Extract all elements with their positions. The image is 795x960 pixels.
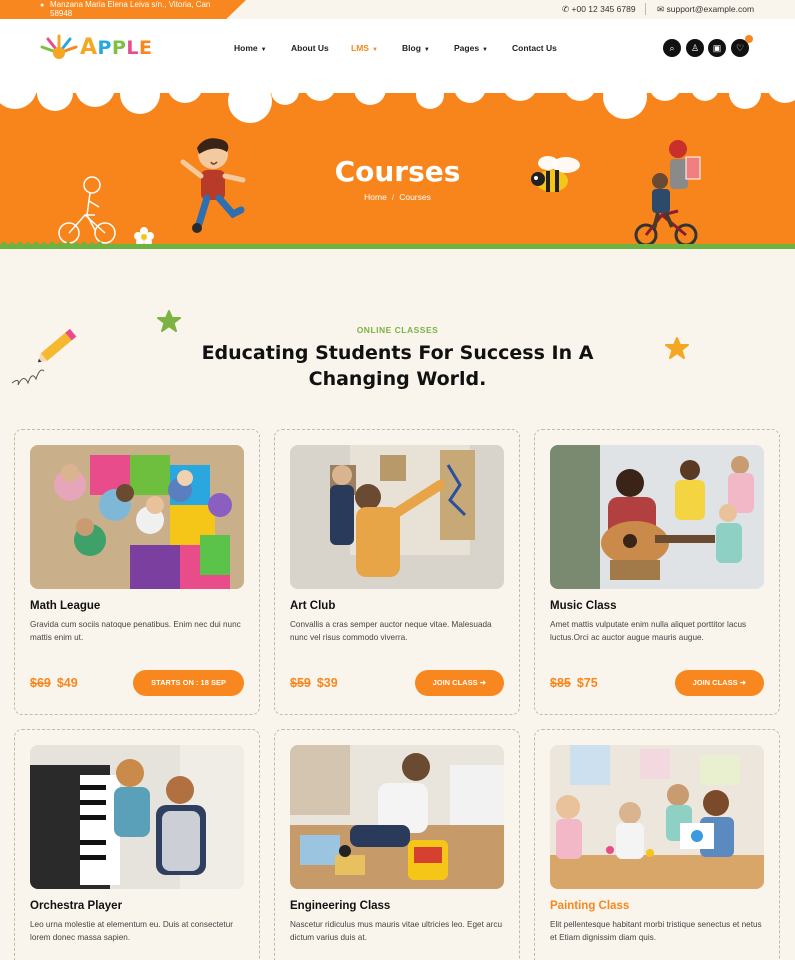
search-icon: ⌕ <box>669 43 675 53</box>
grass-border-decoration <box>0 241 795 249</box>
course-title[interactable]: Art Club <box>290 600 335 612</box>
nav-label: Contact Us <box>512 43 557 53</box>
user-icon: ♙ <box>690 43 700 53</box>
chevron-down-icon: ▼ <box>482 47 488 53</box>
logo[interactable]: APPLE <box>40 31 153 63</box>
email-text: support@example.com <box>666 4 755 14</box>
section-title: Educating Students For Success In A Chan… <box>201 342 594 390</box>
button-label: JOIN CLASS <box>432 678 478 687</box>
current-price: $75 <box>576 676 598 690</box>
current-price: $49 <box>56 676 78 690</box>
address-text: Manzana Maria Elena Leiva s/n., Vitoria,… <box>50 0 211 18</box>
course-price: $85 $75 <box>550 676 598 690</box>
course-title[interactable]: Painting Class <box>550 900 629 912</box>
course-price: $69 $49 <box>30 676 78 690</box>
join-class-button[interactable]: JOIN CLASS ➜ <box>674 670 764 696</box>
course-image[interactable] <box>290 445 504 589</box>
account-button[interactable]: ♙ <box>686 39 704 57</box>
course-card[interactable]: Orchestra Player Leo urna molestie at el… <box>14 729 260 960</box>
course-title[interactable]: Music Class <box>550 600 616 612</box>
course-title[interactable]: Engineering Class <box>290 900 390 912</box>
nav-item-home[interactable]: Home ▼ <box>234 43 267 53</box>
course-card[interactable]: Math League Gravida cum sociis natoque p… <box>14 429 260 715</box>
arrow-right-icon: ➜ <box>739 678 746 687</box>
divider <box>645 3 646 15</box>
chevron-down-icon: ▼ <box>260 47 267 53</box>
course-image[interactable] <box>30 445 244 589</box>
chevron-down-icon: ▼ <box>423 47 430 53</box>
starts-on-button[interactable]: STARTS ON : 18 SEP <box>133 670 244 696</box>
current-price: $39 <box>316 676 338 690</box>
course-title[interactable]: Math League <box>30 600 100 612</box>
course-price: $59 $39 <box>290 676 338 690</box>
nav-item-blog[interactable]: Blog ▼ <box>402 43 430 53</box>
notification-badge <box>745 35 753 43</box>
course-card[interactable]: Engineering Class Nascetur ridiculus mus… <box>274 729 520 960</box>
course-description: Gravida cum sociis natoque penatibus. En… <box>30 620 241 642</box>
course-description: Nascetur ridiculus mus mauris vitae ultr… <box>290 920 503 942</box>
mail-icon: ✉ <box>657 4 665 14</box>
course-image[interactable] <box>290 745 504 889</box>
nav-label: LMS <box>351 43 369 53</box>
course-description: Amet mattis vulputate enim nulla aliquet… <box>550 620 747 642</box>
kids-on-bike-illustration <box>634 140 701 247</box>
course-image[interactable] <box>550 445 764 589</box>
course-description: Leo urna molestie at elementum eu. Duis … <box>30 920 233 942</box>
course-image[interactable] <box>550 745 764 889</box>
course-title[interactable]: Orchestra Player <box>30 900 122 912</box>
section-kicker: ONLINE CLASSES <box>356 325 439 335</box>
page-hero: Courses Home / Courses <box>0 79 795 249</box>
nav-label: Home <box>234 43 258 53</box>
nav-label: Pages <box>454 43 480 53</box>
top-bar: ● Manzana Maria Elena Leiva s/n., Vitori… <box>0 0 795 19</box>
phone-icon: ✆ <box>562 4 570 14</box>
course-card[interactable]: Art Club Convallis a cras semper auctor … <box>274 429 520 715</box>
phone-link[interactable]: ✆ +00 12 345 6789 <box>562 4 636 15</box>
nav-label: Blog <box>402 43 421 53</box>
course-card[interactable]: Painting Class Elit pellentesque habitan… <box>534 729 780 960</box>
course-image[interactable] <box>30 745 244 889</box>
orange-star-decoration <box>665 337 689 359</box>
header: APPLE Home ▼ About Us LMS ▼ Blog ▼ Pages ▼ C… <box>0 19 795 79</box>
button-label: JOIN CLASS <box>692 678 738 687</box>
nav-item-about[interactable]: About Us <box>291 43 329 53</box>
breadcrumb-home-link[interactable]: Home <box>364 192 387 202</box>
nav-label: About Us <box>291 43 329 53</box>
logo-wordmark: APPLE <box>80 35 153 60</box>
search-button[interactable]: ⌕ <box>663 39 681 57</box>
heart-icon: ♡ <box>735 43 745 53</box>
bee-illustration <box>531 156 580 192</box>
chevron-down-icon: ▼ <box>371 47 378 53</box>
course-description: Convallis a cras semper auctor neque vit… <box>290 620 492 642</box>
nav-item-pages[interactable]: Pages ▼ <box>454 43 488 53</box>
arrow-right-icon: ➜ <box>479 678 486 687</box>
button-label: STARTS ON : 18 SEP <box>151 678 226 687</box>
old-price: $85 <box>550 676 571 690</box>
nav-item-lms[interactable]: LMS ▼ <box>351 43 378 53</box>
breadcrumb-current: Courses <box>399 192 431 202</box>
sun-logo-icon <box>40 34 78 59</box>
location-pin-icon: ● <box>40 2 45 9</box>
address-ribbon: ● Manzana Maria Elena Leiva s/n., Vitori… <box>0 0 246 19</box>
course-description: Elit pellentesque habitant morbi tristiq… <box>550 920 762 942</box>
breadcrumb-separator: / <box>391 192 395 202</box>
nav-item-contact[interactable]: Contact Us <box>512 43 557 53</box>
phone-text: +00 12 345 6789 <box>571 4 636 14</box>
join-class-button[interactable]: JOIN CLASS ➜ <box>414 670 504 696</box>
email-link[interactable]: ✉ support@example.com <box>657 4 754 15</box>
old-price: $59 <box>290 676 311 690</box>
cart-button[interactable]: ▣ <box>708 39 726 57</box>
old-price: $69 <box>30 676 51 690</box>
course-card[interactable]: Music Class Amet mattis vulputate enim n… <box>534 429 780 715</box>
cart-icon: ▣ <box>712 43 722 53</box>
wishlist-button[interactable]: ♡ <box>731 35 753 57</box>
cloud-border-decoration <box>0 79 795 123</box>
